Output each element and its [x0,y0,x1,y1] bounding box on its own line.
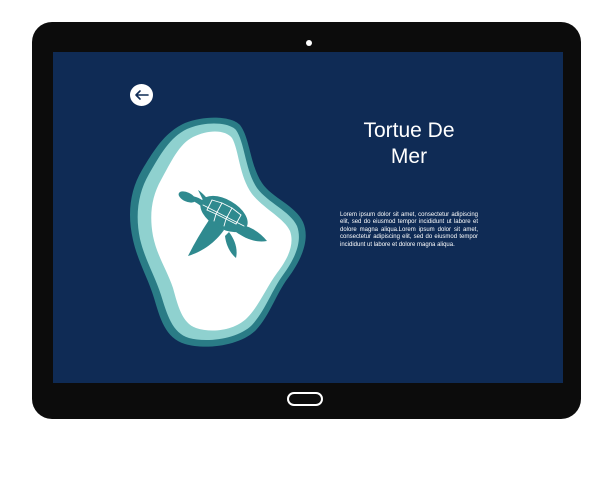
description-text: Lorem ipsum dolor sit amet, consectetur … [340,212,478,248]
arrow-left-icon [134,90,149,100]
back-button[interactable] [130,84,153,106]
page-title: Tortue De Mer [363,119,455,168]
camera-dot [306,40,312,46]
screen [53,52,563,383]
home-button[interactable] [287,392,323,406]
